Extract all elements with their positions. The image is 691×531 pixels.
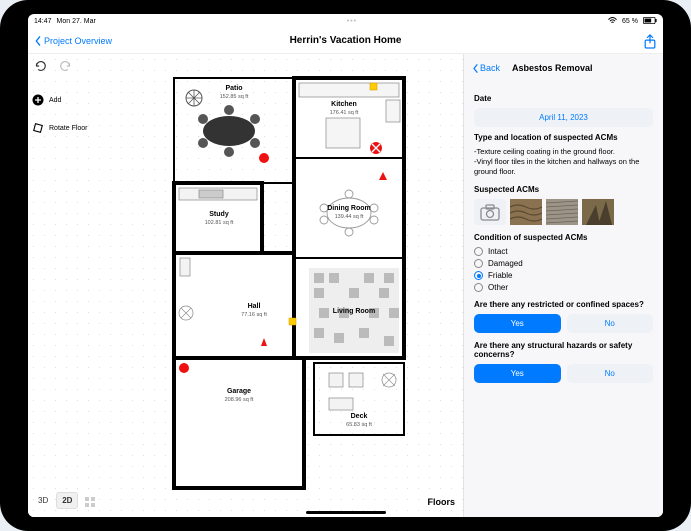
- floorplan-drawing[interactable]: Patio 152.85 sq ft Kitchen 176.41 sq ft: [104, 58, 414, 498]
- panel-back-button[interactable]: Back: [472, 63, 500, 73]
- side-panel-body[interactable]: Date April 11, 2023 Type and location of…: [464, 82, 663, 397]
- confined-yes-button[interactable]: Yes: [474, 314, 561, 333]
- plus-circle-icon: [32, 94, 44, 106]
- type-heading: Type and location of suspected ACMs: [474, 133, 653, 142]
- date-field[interactable]: April 11, 2023: [474, 108, 653, 127]
- rotate-floor-button[interactable]: Rotate Floor: [32, 122, 102, 134]
- multitask-indicator[interactable]: •••: [347, 18, 357, 25]
- nav-back-button[interactable]: Project Overview: [34, 36, 242, 46]
- undo-button[interactable]: [32, 58, 48, 74]
- panel-back-label: Back: [480, 63, 500, 73]
- screen: 14:47 Mon 27. Mar ••• 65 % Project Overv…: [28, 14, 663, 517]
- view-toggle: 3D 2D: [32, 492, 96, 509]
- acm-photo-3[interactable]: [582, 199, 614, 225]
- seg-confined: Yes No: [474, 314, 653, 333]
- question-hazards: Are there any structural hazards or safe…: [474, 341, 653, 359]
- view-2d-button[interactable]: 2D: [56, 492, 78, 509]
- room-garage-area: 208.96 sq ft: [225, 397, 254, 403]
- chevron-left-icon: [34, 36, 42, 46]
- status-date: Mon 27. Mar: [57, 18, 96, 25]
- hazards-no-button[interactable]: No: [567, 364, 654, 383]
- condition-heading: Condition of suspected ACMs: [474, 233, 653, 242]
- question-confined: Are there any restricted or confined spa…: [474, 300, 653, 309]
- chevron-left-icon: [472, 64, 479, 73]
- nav-back-label: Project Overview: [44, 36, 112, 46]
- marker-note-kitchen[interactable]: [370, 83, 377, 90]
- canvas-toolbar: [32, 58, 74, 74]
- type-text: -Texture ceiling coating in the ground f…: [474, 147, 653, 177]
- marker-stop-kitchen[interactable]: [370, 142, 382, 154]
- room-hall-area: 77.16 sq ft: [241, 312, 267, 318]
- nav-bar: Project Overview Herrin's Vacation Home: [28, 28, 663, 54]
- hazards-yes-button[interactable]: Yes: [474, 364, 561, 383]
- radio-friable[interactable]: Friable: [474, 271, 653, 280]
- radio-other[interactable]: Other: [474, 283, 653, 292]
- battery-percent: 65 %: [622, 18, 638, 25]
- acm-photo-1[interactable]: [510, 199, 542, 225]
- panel-title: Asbestos Removal: [512, 63, 593, 73]
- page-title: Herrin's Vacation Home: [242, 35, 450, 46]
- battery-icon: [643, 17, 657, 26]
- marker-red-patio[interactable]: [259, 153, 269, 163]
- rotate-label: Rotate Floor: [49, 125, 88, 132]
- room-kitchen-label: Kitchen: [331, 101, 357, 108]
- floorplan-canvas[interactable]: Add Rotate Floor 3D 2D: [28, 54, 463, 517]
- room-dining-label: Dining Room: [327, 205, 371, 212]
- camera-icon: [474, 199, 506, 225]
- left-tools: Add Rotate Floor: [32, 94, 102, 150]
- acm-photo-2[interactable]: [546, 199, 578, 225]
- room-hall-label: Hall: [248, 303, 261, 310]
- marker-red-garage[interactable]: [179, 363, 189, 373]
- floors-button[interactable]: Floors: [427, 497, 455, 507]
- redo-button[interactable]: [58, 58, 74, 74]
- confined-no-button[interactable]: No: [567, 314, 654, 333]
- suspected-heading: Suspected ACMs: [474, 185, 653, 194]
- room-patio-label: Patio: [225, 85, 242, 92]
- room-living-label: Living Room: [333, 308, 375, 315]
- room-garage-label: Garage: [227, 388, 251, 395]
- radio-intact[interactable]: Intact: [474, 247, 653, 256]
- room-dining-area: 139.44 sq ft: [335, 214, 364, 220]
- view-3d-button[interactable]: 3D: [32, 492, 54, 509]
- room-study-label: Study: [209, 211, 229, 218]
- room-kitchen-area: 176.41 sq ft: [330, 110, 359, 116]
- status-bar: 14:47 Mon 27. Mar ••• 65 %: [28, 14, 663, 28]
- radio-damaged[interactable]: Damaged: [474, 259, 653, 268]
- acm-thumbnails: [474, 199, 653, 225]
- home-indicator[interactable]: [306, 511, 386, 514]
- main-content: Add Rotate Floor 3D 2D: [28, 54, 663, 517]
- side-panel-header: Back Asbestos Removal: [464, 54, 663, 82]
- room-deck-area: 65.83 sq ft: [346, 422, 372, 428]
- rotate-icon: [32, 122, 44, 134]
- room-deck-label: Deck: [351, 413, 368, 420]
- status-time: 14:47: [34, 18, 52, 25]
- marker-note-hall[interactable]: [289, 318, 296, 325]
- ipad-frame: 14:47 Mon 27. Mar ••• 65 % Project Overv…: [0, 0, 691, 531]
- date-label: Date: [474, 94, 653, 103]
- room-patio-area: 152.85 sq ft: [220, 94, 249, 100]
- add-label: Add: [49, 97, 61, 104]
- add-button[interactable]: Add: [32, 94, 102, 106]
- wifi-icon: [608, 17, 617, 26]
- share-button[interactable]: [643, 34, 657, 48]
- grid-toggle-button[interactable]: [84, 495, 96, 507]
- room-study-area: 102.81 sq ft: [205, 220, 234, 226]
- side-panel: Back Asbestos Removal Date April 11, 202…: [463, 54, 663, 517]
- seg-hazards: Yes No: [474, 364, 653, 383]
- add-photo-button[interactable]: [474, 199, 506, 225]
